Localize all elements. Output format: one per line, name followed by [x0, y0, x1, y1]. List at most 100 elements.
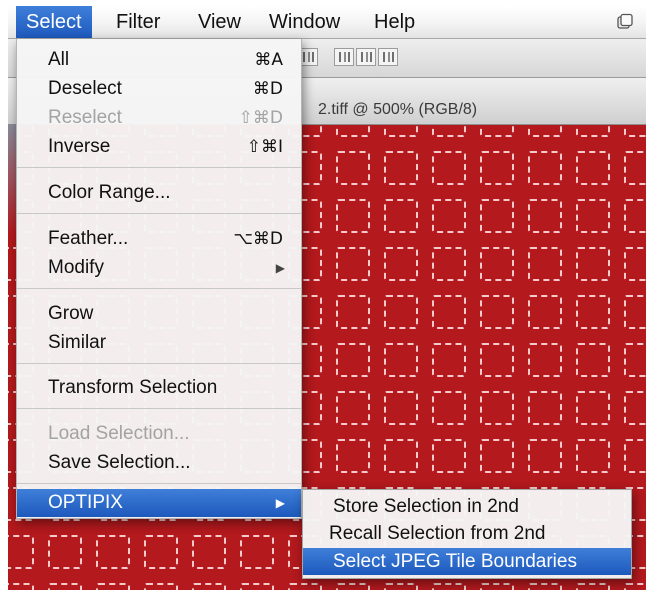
- selection-marquee: [480, 151, 514, 185]
- selection-marquee: [8, 583, 34, 590]
- selection-marquee: [336, 343, 370, 377]
- menu-separator: [17, 483, 301, 484]
- menu-view[interactable]: View: [188, 6, 251, 38]
- selection-marquee: [96, 535, 130, 569]
- selection-marquee: [480, 247, 514, 281]
- selection-marquee: [624, 151, 646, 185]
- menu-item-inverse[interactable]: Inverse ⇧⌘I: [17, 133, 301, 161]
- distribute-button[interactable]: [378, 48, 398, 66]
- selection-marquee: [528, 439, 562, 473]
- selection-marquee: [336, 439, 370, 473]
- selection-marquee: [624, 391, 646, 425]
- selection-marquee: [480, 391, 514, 425]
- menu-item-all[interactable]: All ⌘A: [17, 46, 301, 74]
- menu-item-label: Recall Selection from 2nd: [329, 523, 546, 544]
- selection-marquee: [432, 583, 466, 590]
- menu-help[interactable]: Help: [364, 6, 425, 38]
- menu-filter[interactable]: Filter: [106, 6, 170, 38]
- menu-item-modify[interactable]: Modify ▶: [17, 254, 301, 282]
- menu-item-grow[interactable]: Grow: [17, 300, 301, 328]
- selection-marquee: [528, 583, 562, 590]
- selection-marquee: [384, 583, 418, 590]
- menu-item-label: Deselect: [48, 78, 122, 99]
- menu-item-deselect[interactable]: Deselect ⌘D: [17, 75, 301, 103]
- selection-marquee: [576, 295, 610, 329]
- menu-item-label: Save Selection...: [48, 452, 191, 473]
- distribute-button[interactable]: [356, 48, 376, 66]
- selection-marquee: [576, 583, 610, 590]
- selection-marquee: [624, 247, 646, 281]
- selection-marquee: [528, 343, 562, 377]
- distribute-button[interactable]: [334, 48, 354, 66]
- menu-item-similar[interactable]: Similar: [17, 329, 301, 357]
- selection-marquee: [480, 199, 514, 233]
- triangle-right-icon: ▶: [275, 261, 285, 275]
- shortcut-label: ⇧⌘I: [246, 137, 283, 157]
- menu-window[interactable]: Window: [259, 6, 350, 38]
- selection-marquee: [432, 439, 466, 473]
- selection-marquee: [336, 247, 370, 281]
- selection-marquee: [576, 343, 610, 377]
- selection-marquee: [144, 583, 178, 590]
- menu-item-color-range[interactable]: Color Range...: [17, 179, 301, 207]
- menu-item-label: Transform Selection: [48, 377, 218, 398]
- submenu-item-recall-selection[interactable]: Recall Selection from 2nd: [303, 520, 631, 547]
- submenu-item-select-jpeg-tile-boundaries[interactable]: Select JPEG Tile Boundaries: [303, 548, 631, 575]
- selection-marquee: [384, 439, 418, 473]
- selection-marquee: [336, 391, 370, 425]
- selection-marquee: [240, 583, 274, 590]
- selection-marquee: [48, 583, 82, 590]
- menu-item-feather[interactable]: Feather... ⌥⌘D: [17, 225, 301, 253]
- menu-item-optipix[interactable]: OPTIPIX ▶: [17, 489, 301, 517]
- menu-item-label: Similar: [48, 332, 107, 353]
- menu-item-load-selection: Load Selection...: [17, 420, 301, 448]
- selection-marquee: [384, 343, 418, 377]
- optipix-submenu: Store Selection in 2nd Recall Selection …: [302, 489, 632, 579]
- menu-separator: [17, 363, 301, 364]
- selection-marquee: [480, 343, 514, 377]
- selection-marquee: [384, 199, 418, 233]
- selection-marquee: [576, 391, 610, 425]
- selection-marquee: [432, 391, 466, 425]
- selection-marquee: [528, 391, 562, 425]
- menu-item-label: All: [48, 49, 70, 70]
- menu-item-label: Inverse: [48, 136, 111, 157]
- menu-separator: [17, 167, 301, 168]
- selection-marquee: [288, 583, 322, 590]
- menu-select[interactable]: Select: [16, 6, 92, 38]
- selection-marquee: [480, 439, 514, 473]
- window-icon[interactable]: [616, 13, 634, 31]
- selection-marquee: [192, 535, 226, 569]
- submenu-item-store-selection[interactable]: Store Selection in 2nd: [303, 493, 631, 520]
- selection-marquee: [432, 295, 466, 329]
- document-title: 2.tiff @ 500% (RGB/8): [318, 101, 478, 118]
- selection-marquee: [528, 199, 562, 233]
- menu-item-label: OPTIPIX: [48, 492, 123, 513]
- menu-item-label: Modify: [48, 257, 104, 278]
- selection-marquee: [624, 295, 646, 329]
- selection-marquee: [8, 535, 34, 569]
- selection-marquee: [144, 535, 178, 569]
- menu-item-label: Select JPEG Tile Boundaries: [333, 551, 577, 572]
- selection-marquee: [576, 151, 610, 185]
- selection-marquee: [240, 535, 274, 569]
- selection-marquee: [528, 295, 562, 329]
- selection-marquee: [576, 247, 610, 281]
- selection-marquee: [624, 199, 646, 233]
- selection-marquee: [432, 151, 466, 185]
- selection-marquee: [528, 247, 562, 281]
- selection-marquee: [336, 583, 370, 590]
- menu-item-transform-selection[interactable]: Transform Selection: [17, 374, 301, 402]
- menu-bar: Select Filter View Window Help: [8, 6, 646, 39]
- select-menu: All ⌘A Deselect ⌘D Reselect ⇧⌘D Inverse …: [16, 39, 302, 519]
- selection-marquee: [624, 343, 646, 377]
- selection-marquee: [432, 247, 466, 281]
- selection-marquee: [336, 199, 370, 233]
- menu-item-label: Feather...: [48, 228, 129, 249]
- selection-marquee: [48, 535, 82, 569]
- selection-marquee: [384, 295, 418, 329]
- selection-marquee: [384, 391, 418, 425]
- selection-marquee: [336, 151, 370, 185]
- menu-item-save-selection[interactable]: Save Selection...: [17, 449, 301, 477]
- menu-separator: [17, 213, 301, 214]
